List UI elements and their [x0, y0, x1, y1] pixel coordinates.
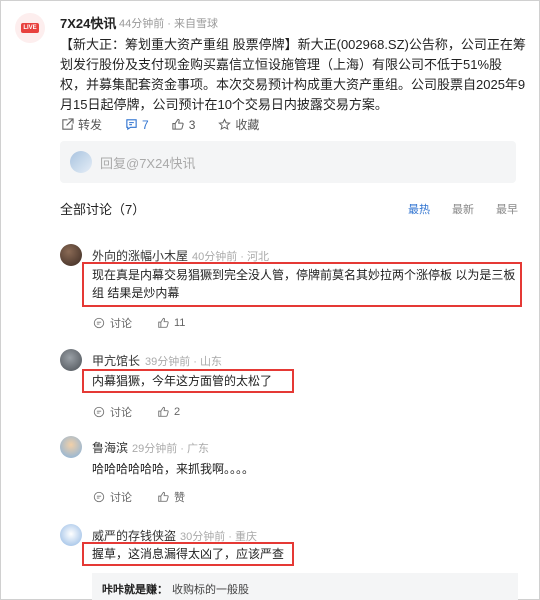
like-button[interactable]: 2 — [156, 406, 180, 419]
reply-input[interactable]: 回复@7X24快讯 — [60, 141, 516, 183]
sort-tab-hot[interactable]: 最热 — [408, 201, 430, 217]
comment-icon — [124, 118, 138, 132]
commenter-avatar[interactable] — [60, 524, 82, 546]
commenter-name[interactable]: 鲁海滨 — [92, 439, 128, 456]
comment-icon — [92, 406, 105, 419]
commenter-avatar[interactable] — [60, 244, 82, 266]
comment-text: 现在真是内幕交易猖獗到完全没人管，停牌前莫名其妙拉两个涨停板 以为是三板组 结果… — [92, 268, 516, 300]
thumbs-up-icon — [156, 317, 169, 330]
discuss-button[interactable]: 讨论 — [92, 489, 132, 505]
comment-text: 握草，这消息漏得太凶了，应该严查 — [92, 547, 285, 561]
comment-meta: 29分钟前 · 广东 — [132, 443, 210, 455]
comment-icon — [92, 491, 105, 504]
live-badge: LIVE — [21, 23, 39, 33]
discuss-label: 讨论 — [110, 492, 132, 504]
favorite-button[interactable]: 收藏 — [217, 116, 259, 133]
repost-button[interactable]: 转发 — [60, 116, 102, 133]
post-meta: 44分钟前 · 来自雪球 — [119, 18, 219, 30]
sub-reply-author[interactable]: 咔咔就是赚： — [102, 584, 168, 596]
star-icon — [217, 118, 231, 132]
like-button[interactable]: 11 — [156, 317, 185, 330]
thumbs-up-icon — [156, 406, 169, 419]
repost-label: 转发 — [78, 118, 103, 132]
like-count: 2 — [174, 406, 181, 418]
comment-item: 外向的涨幅小木屋 40分钟前 · 河北 现在真是内幕交易猖獗到完全没人管，停牌前… — [60, 244, 522, 334]
discussion-header: 全部讨论（7） 最热 最新 最早 — [60, 199, 518, 218]
discussion-title: 全部讨论（7） — [60, 202, 146, 217]
user-avatar — [70, 151, 92, 173]
discuss-label: 讨论 — [110, 407, 132, 419]
commenter-avatar[interactable] — [60, 349, 82, 371]
comment-actions: 讨论 赞 — [92, 489, 209, 505]
reply-placeholder: 回复@7X24快讯 — [100, 155, 196, 171]
thumbs-up-icon — [171, 118, 185, 132]
like-button[interactable]: 赞 — [156, 489, 185, 505]
like-count: 11 — [174, 317, 186, 329]
sub-reply-text: 收购标的一般股 — [172, 584, 249, 596]
sort-tabs: 最热 最新 最早 — [386, 201, 518, 217]
comment-actions: 讨论 11 — [92, 315, 209, 331]
discuss-label: 讨论 — [110, 318, 132, 330]
like-count: 赞 — [174, 492, 185, 504]
comment-button[interactable]: 7 — [124, 118, 149, 132]
sub-reply[interactable]: 咔咔就是赚： 收购标的一般股 — [92, 573, 518, 600]
comment-actions: 讨论 2 — [92, 404, 204, 420]
commenter-name[interactable]: 甲亢馆长 — [92, 352, 140, 369]
sort-tab-newest[interactable]: 最新 — [452, 201, 474, 217]
comment-item: 威严的存钱侠盗 30分钟前 · 重庆 握草，这消息漏得太凶了，应该严查 — [60, 524, 520, 569]
comment-text: 哈哈哈哈哈哈，来抓我啊。。。。 — [92, 462, 255, 476]
comment-icon — [92, 317, 105, 330]
comment-count: 7 — [142, 117, 149, 132]
discuss-button[interactable]: 讨论 — [92, 404, 132, 420]
comment-text: 内幕猖獗，今年这方面管的太松了 — [92, 374, 273, 388]
comment-item: 甲亢馆长 39分钟前 · 山东 内幕猖獗，今年这方面管的太松了 讨论 2 — [60, 349, 520, 424]
favorite-label: 收藏 — [235, 118, 260, 132]
like-count: 3 — [188, 117, 196, 132]
like-button[interactable]: 3 — [171, 117, 196, 132]
repost-icon — [60, 118, 74, 132]
discuss-button[interactable]: 讨论 — [92, 315, 132, 331]
author-avatar[interactable]: LIVE — [15, 13, 45, 43]
post-actions: 转发 7 3 收藏 — [60, 116, 281, 133]
comment-meta: 39分钟前 · 山东 — [145, 356, 223, 368]
comment-item: 鲁海滨 29分钟前 · 广东 哈哈哈哈哈哈，来抓我啊。。。。 讨论 赞 — [60, 436, 520, 511]
commenter-avatar[interactable] — [60, 436, 82, 458]
sort-tab-oldest[interactable]: 最早 — [496, 201, 518, 217]
post-author[interactable]: 7X24快讯 — [60, 13, 116, 32]
thumbs-up-icon — [156, 491, 169, 504]
post-body: 【新大正：筹划重大资产重组 股票停牌】新大正(002968.SZ)公告称，公司正… — [60, 37, 526, 112]
